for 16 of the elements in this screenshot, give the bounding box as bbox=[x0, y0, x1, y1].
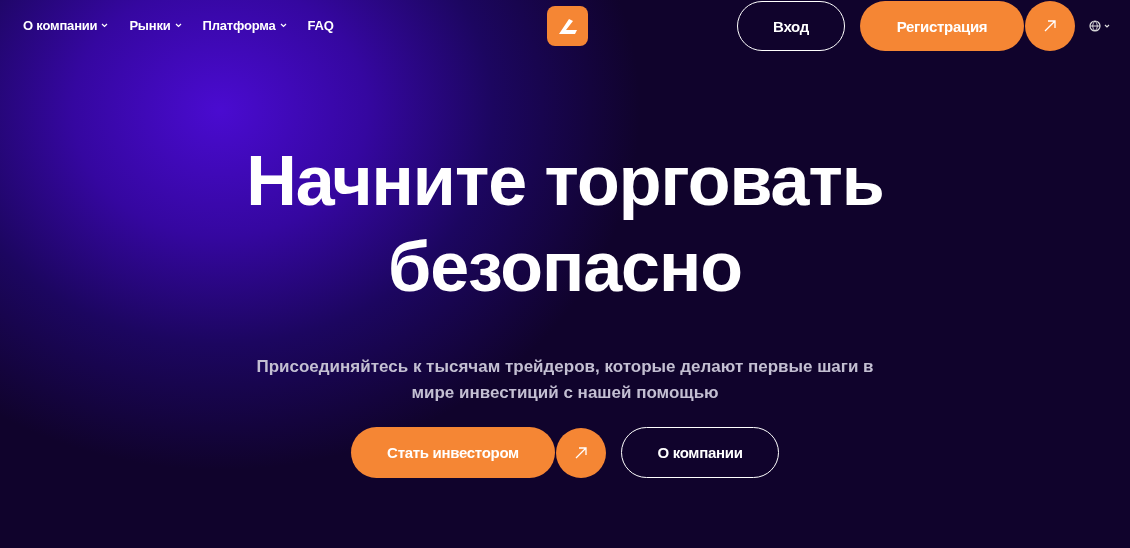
language-button[interactable] bbox=[1089, 20, 1111, 32]
arrow-icon bbox=[574, 445, 588, 460]
nav-dropdown[interactable]: Платформа bbox=[202, 18, 287, 33]
nav-dropdown[interactable]: О компании bbox=[23, 18, 109, 33]
nav-link[interactable]: FAQ bbox=[307, 18, 334, 33]
chevron-down-icon bbox=[101, 23, 109, 28]
chevron-down-icon bbox=[279, 23, 287, 28]
logo-icon[interactable] bbox=[547, 6, 588, 46]
arrow-button[interactable] bbox=[1025, 1, 1075, 51]
login-button[interactable]: Вход bbox=[737, 1, 845, 51]
nav-dropdown[interactable]: Рынки bbox=[129, 18, 182, 33]
hero-subtitle: Присоединяйтесь к тысячам трейдеров, которые делают первые шаги в мире инвестиций с нашей помощью bbox=[255, 356, 875, 404]
arrow-icon bbox=[1043, 19, 1057, 33]
chevron-down-icon bbox=[174, 23, 182, 28]
arrow-button[interactable] bbox=[556, 427, 606, 478]
hero-title: Начните торговать безопасно bbox=[246, 141, 884, 308]
